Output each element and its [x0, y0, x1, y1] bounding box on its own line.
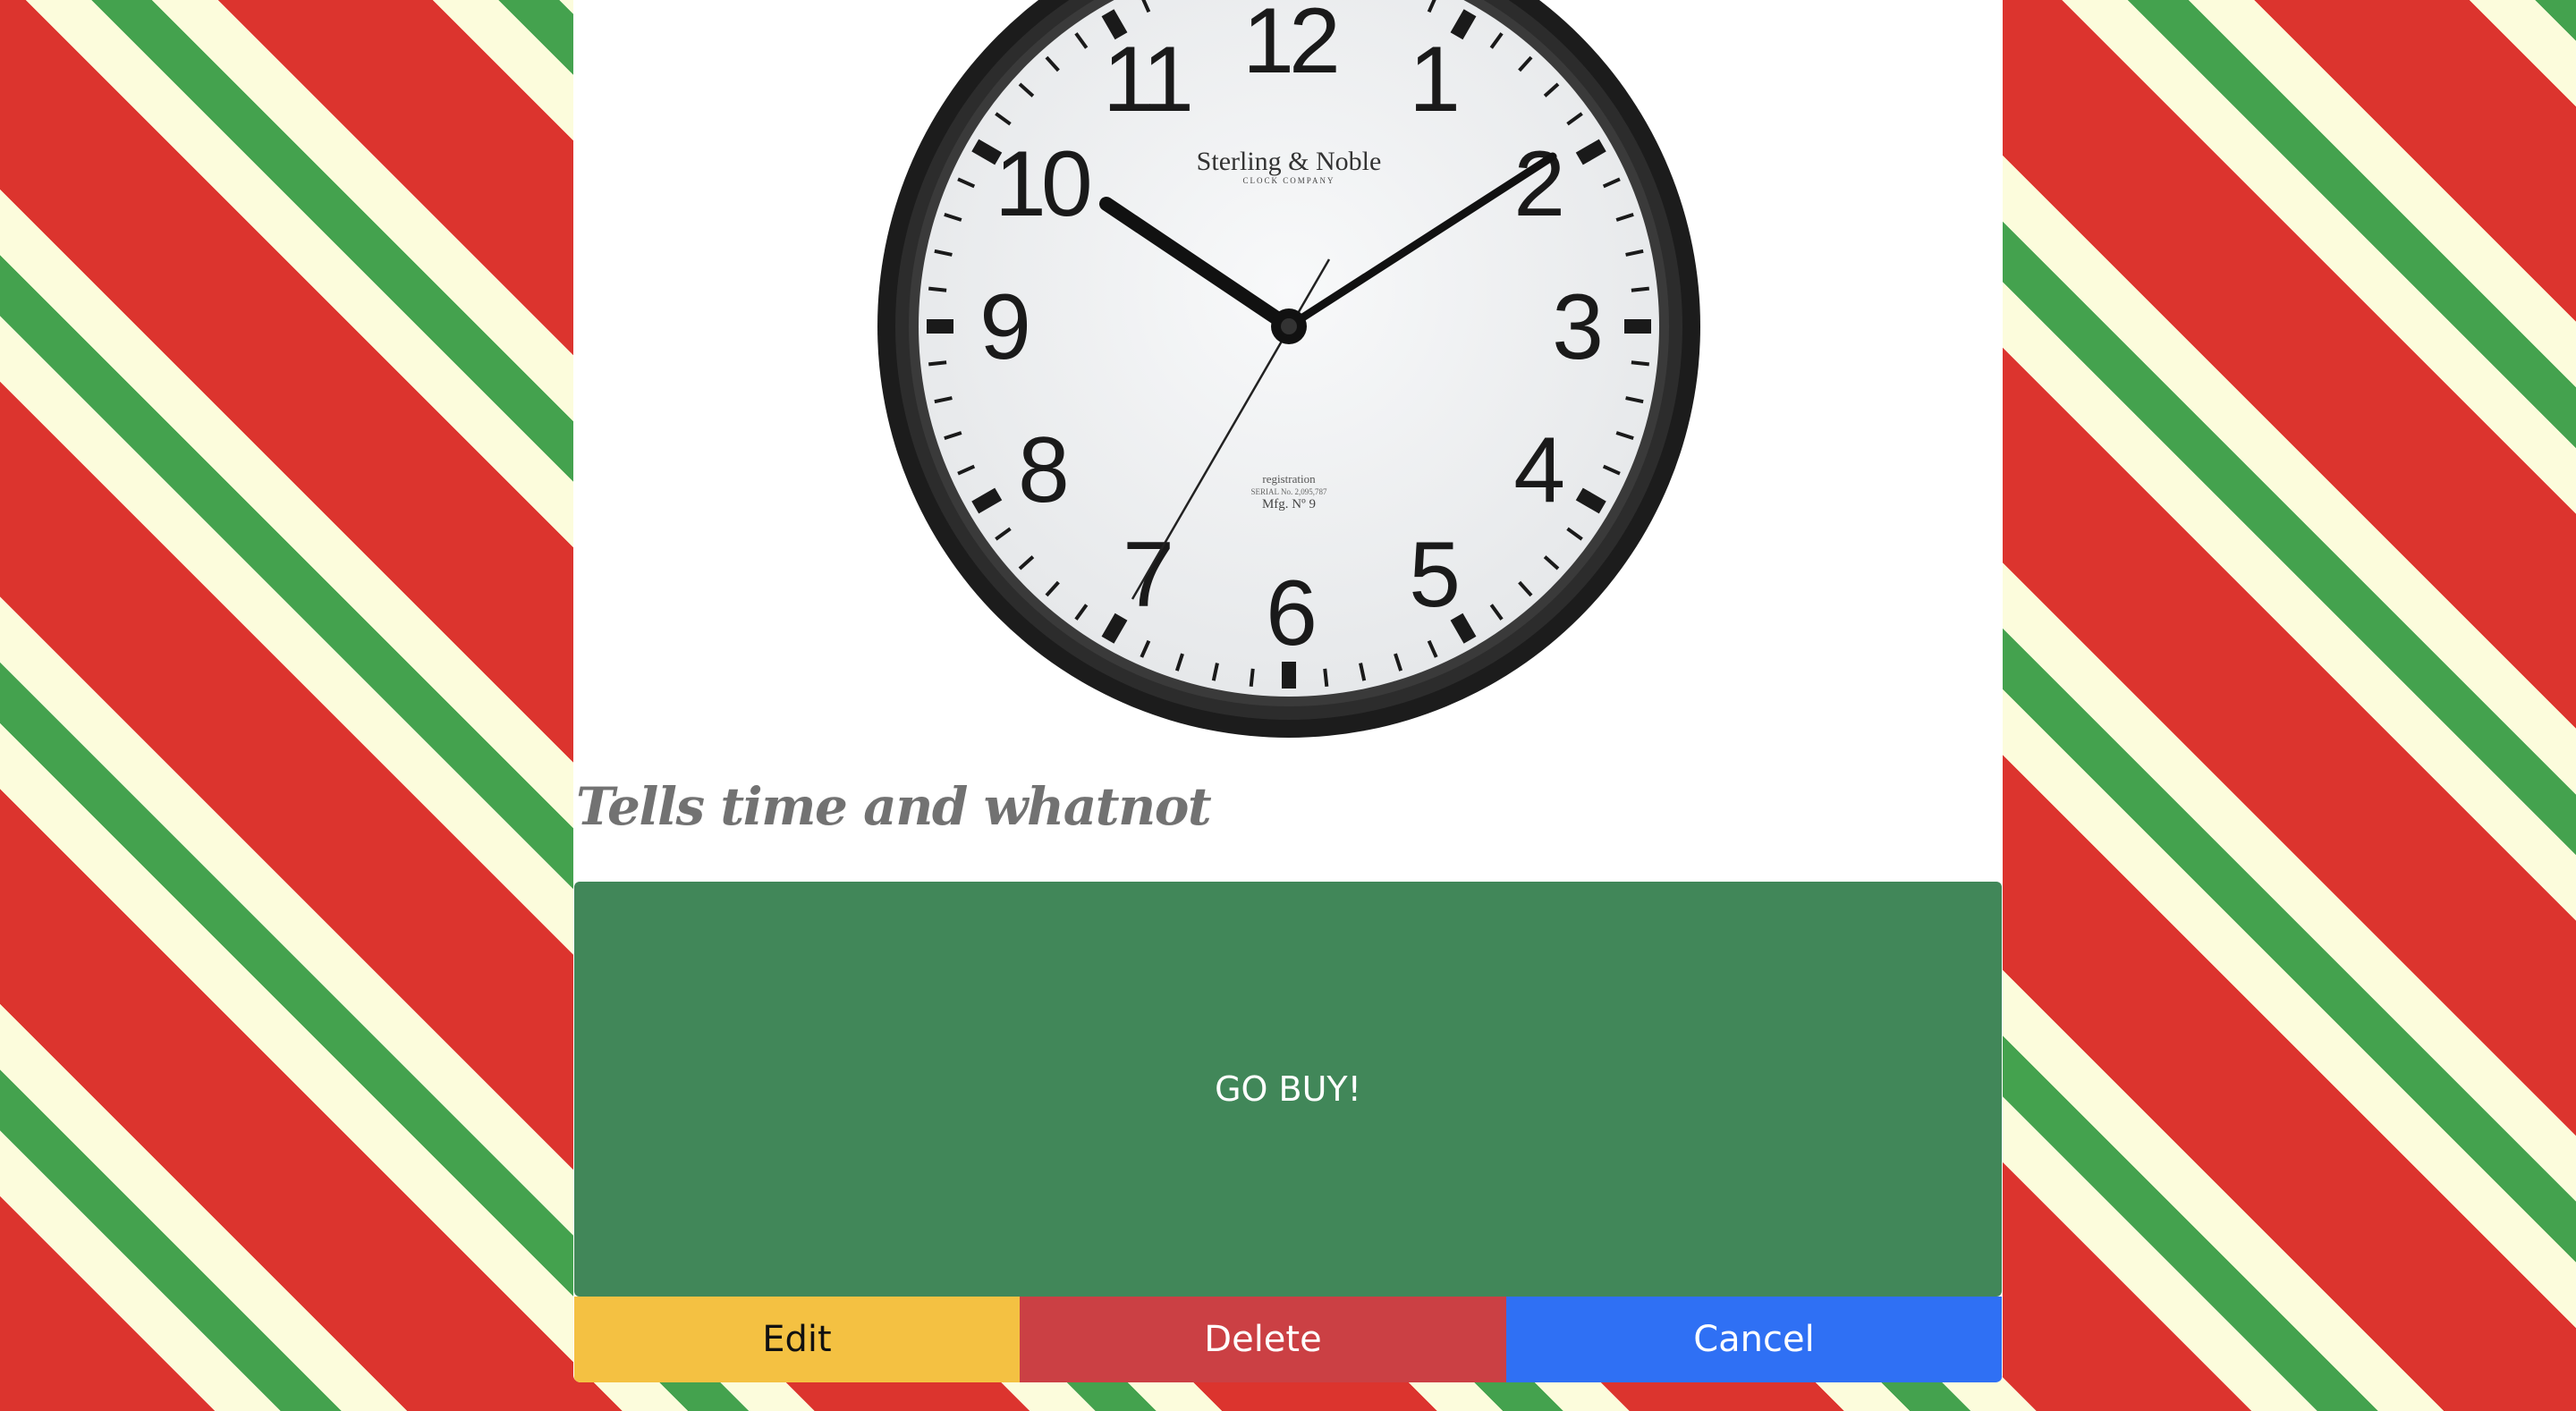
- edit-button[interactable]: Edit: [574, 1297, 1020, 1382]
- clock-numeral: 5: [1409, 523, 1457, 627]
- product-image: 123456789101112 Sterling & Noble CLOCK C…: [573, 0, 2003, 751]
- clock-numeral: 4: [1513, 418, 1563, 522]
- product-description: Tells time and whatnot: [576, 776, 1212, 837]
- clock-minute-tick: [1249, 668, 1255, 687]
- clock-model: Mfg. Nº 9: [1262, 497, 1316, 511]
- product-card: 123456789101112 Sterling & Noble CLOCK C…: [573, 0, 2003, 1382]
- clock-brand: Sterling & Noble: [1197, 147, 1382, 176]
- delete-button[interactable]: Delete: [1020, 1297, 1506, 1382]
- clock-numeral: 3: [1552, 275, 1600, 379]
- clock-brand-sub: CLOCK COMPANY: [1243, 176, 1335, 185]
- clock-image: 123456789101112 Sterling & Noble CLOCK C…: [877, 0, 1700, 738]
- clock-minute-tick: [928, 360, 947, 367]
- clock-numeral: 6: [1266, 562, 1314, 665]
- clock-numeral: 11: [1103, 28, 1190, 131]
- clock-minute-tick: [1631, 286, 1649, 292]
- clock-numeral: 8: [1018, 418, 1066, 522]
- clock-minute-tick: [1631, 360, 1649, 367]
- clock-numeral: 2: [1513, 132, 1561, 236]
- go-buy-button[interactable]: GO BUY!: [574, 882, 2002, 1297]
- clock-minute-tick: [928, 286, 947, 292]
- cancel-button[interactable]: Cancel: [1506, 1297, 2002, 1382]
- action-bar: Edit Delete Cancel: [574, 1297, 2002, 1382]
- clock-registration: registration: [1262, 472, 1316, 486]
- clock-numeral: 9: [979, 275, 1027, 379]
- clock-serial: SERIAL No. 2,095,787: [1251, 487, 1327, 496]
- clock-numeral: 1: [1409, 28, 1456, 131]
- clock-numeral: 12: [1242, 0, 1336, 93]
- clock-numeral: 10: [995, 132, 1089, 236]
- clock-minute-tick: [1323, 668, 1329, 687]
